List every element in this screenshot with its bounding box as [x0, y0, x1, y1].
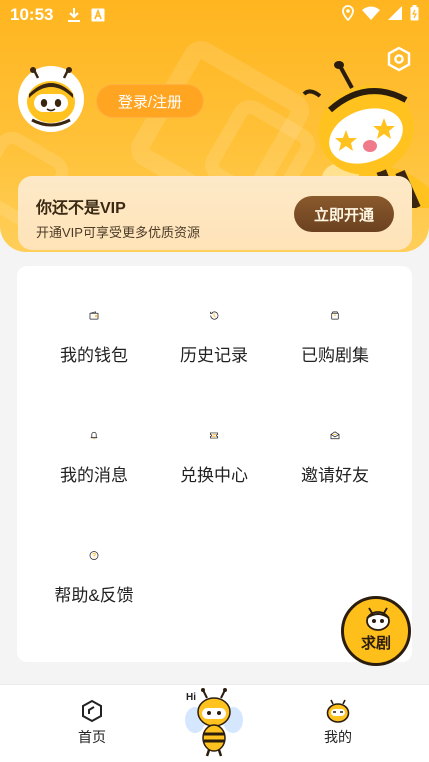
purchased-box-icon — [331, 311, 339, 320]
tab-label: 首页 — [78, 729, 106, 745]
login-register-button[interactable]: 登录/注册 — [96, 84, 204, 118]
download-icon — [67, 7, 81, 23]
invite-envelope-icon — [330, 431, 340, 440]
wifi-icon — [362, 5, 380, 25]
menu-item-label: 历史记录 — [180, 346, 248, 365]
profile-header: 10:53 登录/注册 你还不是VIP 开通VIP可享受更多优质资源 立即开通 — [0, 0, 429, 252]
menu-item-messages[interactable]: 我的消息 — [29, 386, 159, 486]
bee-face-icon — [366, 607, 390, 631]
menu-item-help[interactable]: 帮助&反馈 — [29, 506, 159, 606]
menu-item-label: 我的钱包 — [60, 346, 128, 365]
menu-item-label: 兑换中心 — [180, 466, 248, 485]
status-bar: 10:53 — [0, 0, 429, 30]
home-hex-icon — [82, 699, 102, 723]
hi-badge: Hi — [186, 692, 196, 703]
function-menu: 我的钱包 历史记录 已购剧集 我的消息 兑换中心 邀请好友 帮助&反馈 — [17, 266, 412, 662]
menu-item-label: 帮助&反馈 — [54, 586, 134, 605]
menu-item-wallet[interactable]: 我的钱包 — [29, 266, 159, 366]
history-icon — [209, 311, 219, 320]
tab-mine[interactable]: 我的 — [298, 699, 378, 747]
menu-item-history[interactable]: 历史记录 — [149, 266, 279, 366]
exchange-ticket-icon — [209, 432, 219, 439]
tab-label: 我的 — [324, 729, 352, 745]
settings-button[interactable] — [386, 46, 412, 72]
battery-icon — [410, 4, 419, 26]
request-drama-button[interactable]: 求剧 — [341, 596, 411, 666]
vip-card: 你还不是VIP 开通VIP可享受更多优质资源 立即开通 — [18, 176, 412, 250]
location-icon — [342, 4, 354, 26]
tab-home[interactable]: 首页 — [52, 699, 132, 747]
settings-hex-icon — [387, 46, 411, 72]
help-question-icon — [89, 551, 99, 560]
bee-face-icon — [326, 699, 350, 723]
request-drama-label: 求剧 — [360, 635, 391, 652]
signal-icon — [388, 5, 402, 25]
bee-avatar-icon — [18, 66, 84, 132]
avatar[interactable] — [18, 66, 84, 132]
menu-item-purchased[interactable]: 已购剧集 — [270, 266, 400, 366]
menu-item-invite[interactable]: 邀请好友 — [270, 386, 400, 486]
wallet-icon — [89, 311, 99, 320]
menu-item-label: 已购剧集 — [301, 346, 369, 365]
vip-open-button[interactable]: 立即开通 — [294, 196, 394, 232]
menu-item-exchange[interactable]: 兑换中心 — [149, 386, 279, 486]
app-a-icon — [91, 8, 105, 22]
menu-item-label: 邀请好友 — [301, 466, 369, 485]
status-time: 10:53 — [10, 5, 54, 24]
menu-item-label: 我的消息 — [60, 466, 128, 485]
bell-icon — [90, 431, 98, 440]
